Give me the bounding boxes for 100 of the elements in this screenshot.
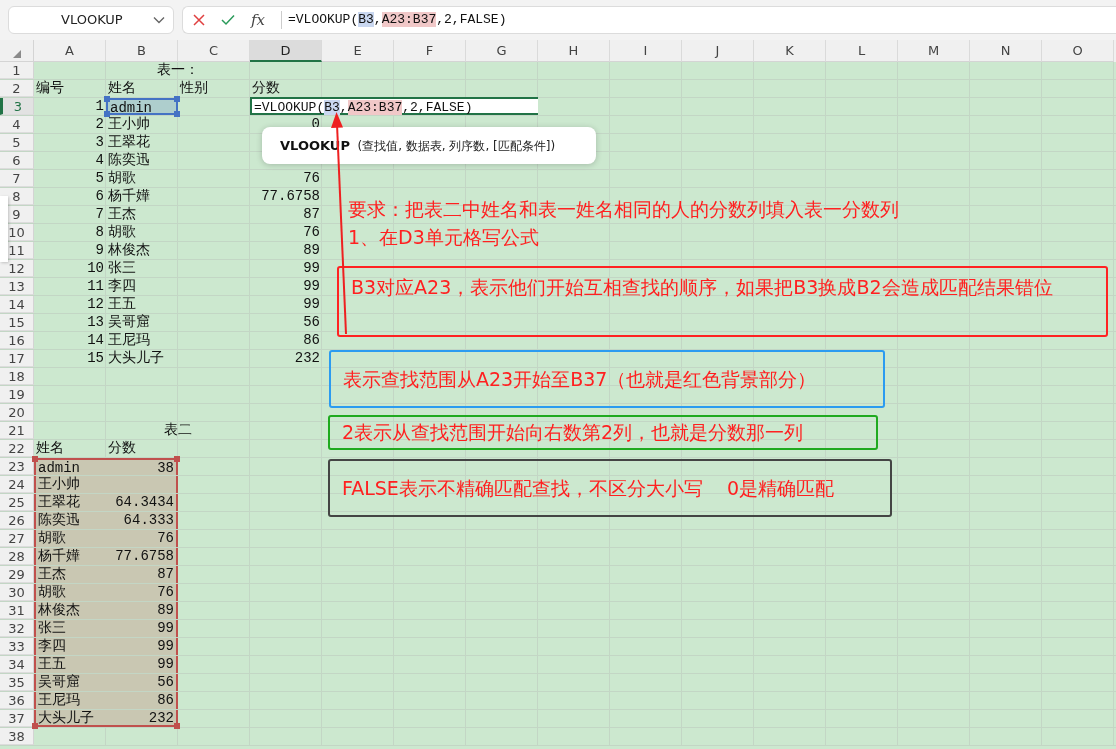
select-all-icon[interactable] [12, 50, 21, 58]
sheet-cell-text: 1 [94, 98, 105, 115]
sheet-cell-text: 分数 [107, 440, 137, 457]
row-header[interactable]: 29 [0, 566, 34, 583]
caret-icon[interactable] [153, 16, 165, 24]
row-header[interactable]: 15 [0, 314, 34, 331]
annotation-text: 1、在D3单元格写公式 [348, 225, 539, 250]
sheet-cell: 王五 [34, 656, 106, 673]
row-header[interactable]: 5 [0, 134, 34, 151]
sheet-cell-text: 14 [86, 332, 105, 349]
row-header[interactable]: 22 [0, 440, 34, 457]
sheet-cell: 76 [106, 584, 178, 601]
row-header[interactable]: 35 [0, 674, 34, 691]
sheet-cell: 87 [106, 566, 178, 583]
row-header[interactable]: 4 [0, 116, 34, 133]
column-header[interactable]: E [322, 40, 394, 62]
sheet-cell: admin [106, 98, 178, 115]
formula-input[interactable]: =VLOOKUP(B3,A23:B37,2,FALSE) [288, 10, 507, 30]
row-header[interactable]: 3 [0, 98, 34, 115]
row-header[interactable]: 34 [0, 656, 34, 673]
row-header[interactable]: 18 [0, 368, 34, 385]
function-button[interactable]: fx [251, 8, 265, 32]
sheet-cell: 64.333 [106, 512, 178, 529]
selection-handle[interactable] [174, 96, 180, 102]
selection-handle[interactable] [174, 111, 180, 117]
row-header[interactable]: 32 [0, 620, 34, 637]
row-header[interactable]: 7 [0, 170, 34, 187]
row-header[interactable]: 1 [0, 62, 34, 79]
cell-editor[interactable]: =VLOOKUP(B3,A23:B37,2,FALSE) [250, 97, 538, 115]
column-header[interactable]: J [682, 40, 754, 62]
selection-handle[interactable] [104, 96, 110, 102]
sheet-cell-text: 13 [86, 314, 105, 331]
sheet-cell-text: 王尼玛 [107, 332, 151, 349]
sheet-cell-text: 76 [302, 170, 321, 187]
sheet-cell: 56 [106, 674, 178, 691]
selection-handle[interactable] [32, 723, 38, 729]
column-header[interactable]: A [34, 40, 106, 62]
row-header[interactable]: 14 [0, 296, 34, 313]
column-header[interactable]: O [1042, 40, 1114, 62]
sheet-cell: 大头儿子 [34, 710, 106, 727]
selection-handle[interactable] [32, 456, 38, 462]
sheet-cell-text: 15 [86, 350, 105, 367]
row-header[interactable]: 24 [0, 476, 34, 493]
column-header[interactable]: G [466, 40, 538, 62]
row-header[interactable]: 21 [0, 422, 34, 439]
sheet-cell: 胡歌 [34, 584, 106, 601]
sheet-cell-text: 99 [302, 296, 321, 313]
column-header[interactable]: B [106, 40, 178, 62]
column-header[interactable]: L [826, 40, 898, 62]
row-header[interactable]: 37 [0, 710, 34, 727]
sheet-cell-text: 表二 [163, 422, 193, 439]
sheet-cell: 89 [106, 602, 178, 619]
row-header[interactable]: 17 [0, 350, 34, 367]
row-header[interactable]: 31 [0, 602, 34, 619]
sheet-cell-text: 99 [302, 278, 321, 295]
sheet-cell: 王翠花 [34, 494, 106, 511]
row-header[interactable]: 25 [0, 494, 34, 511]
column-header[interactable]: N [970, 40, 1042, 62]
sheet-cell-text: 王杰 [107, 206, 137, 223]
cancel-icon[interactable] [193, 14, 205, 26]
sheet-cell-text: 6 [94, 188, 105, 205]
sheet-cell-text: 陈奕迅 [107, 152, 151, 169]
row-header[interactable]: 26 [0, 512, 34, 529]
row-header[interactable]: 16 [0, 332, 34, 349]
sheet-cell-text: 王翠花 [107, 134, 151, 151]
sheet-cell: 99 [106, 620, 178, 637]
column-header[interactable]: F [394, 40, 466, 62]
row-header[interactable]: 13 [0, 278, 34, 295]
row-header[interactable]: 27 [0, 530, 34, 547]
sheet-cell: 张三 [34, 620, 106, 637]
row-header[interactable]: 30 [0, 584, 34, 601]
row-header[interactable]: 28 [0, 548, 34, 565]
column-header[interactable]: I [610, 40, 682, 62]
selection-handle[interactable] [104, 111, 110, 117]
row-header[interactable]: 38 [0, 728, 34, 745]
sheet-cell-text: 胡歌 [107, 170, 137, 187]
check-icon[interactable] [221, 14, 235, 26]
name-box[interactable]: VLOOKUP [8, 6, 174, 34]
sheet-cell-text: 76 [302, 224, 321, 241]
row-header[interactable]: 19 [0, 386, 34, 403]
row-header[interactable]: 33 [0, 638, 34, 655]
selection-handle[interactable] [174, 723, 180, 729]
column-header[interactable]: K [754, 40, 826, 62]
sheet-cell-text: 编号 [35, 80, 65, 97]
column-header[interactable]: H [538, 40, 610, 62]
sheet-cell: 陈奕迅 [34, 512, 106, 529]
sheet-cell: 王小帅 [34, 476, 106, 493]
sheet-cell-text: 12 [86, 296, 105, 313]
sheet-cell-text: 4 [94, 152, 105, 169]
column-header[interactable]: D [250, 40, 322, 62]
sheet-cell: 232 [106, 710, 178, 727]
popup-panel [0, 196, 8, 262]
selection-handle[interactable] [174, 456, 180, 462]
row-header[interactable]: 20 [0, 404, 34, 421]
row-header[interactable]: 12 [0, 260, 34, 277]
row-header[interactable]: 6 [0, 152, 34, 169]
row-header[interactable]: 23 [0, 458, 34, 475]
row-header[interactable]: 2 [0, 80, 34, 97]
column-header[interactable]: M [898, 40, 970, 62]
row-header[interactable]: 36 [0, 692, 34, 709]
